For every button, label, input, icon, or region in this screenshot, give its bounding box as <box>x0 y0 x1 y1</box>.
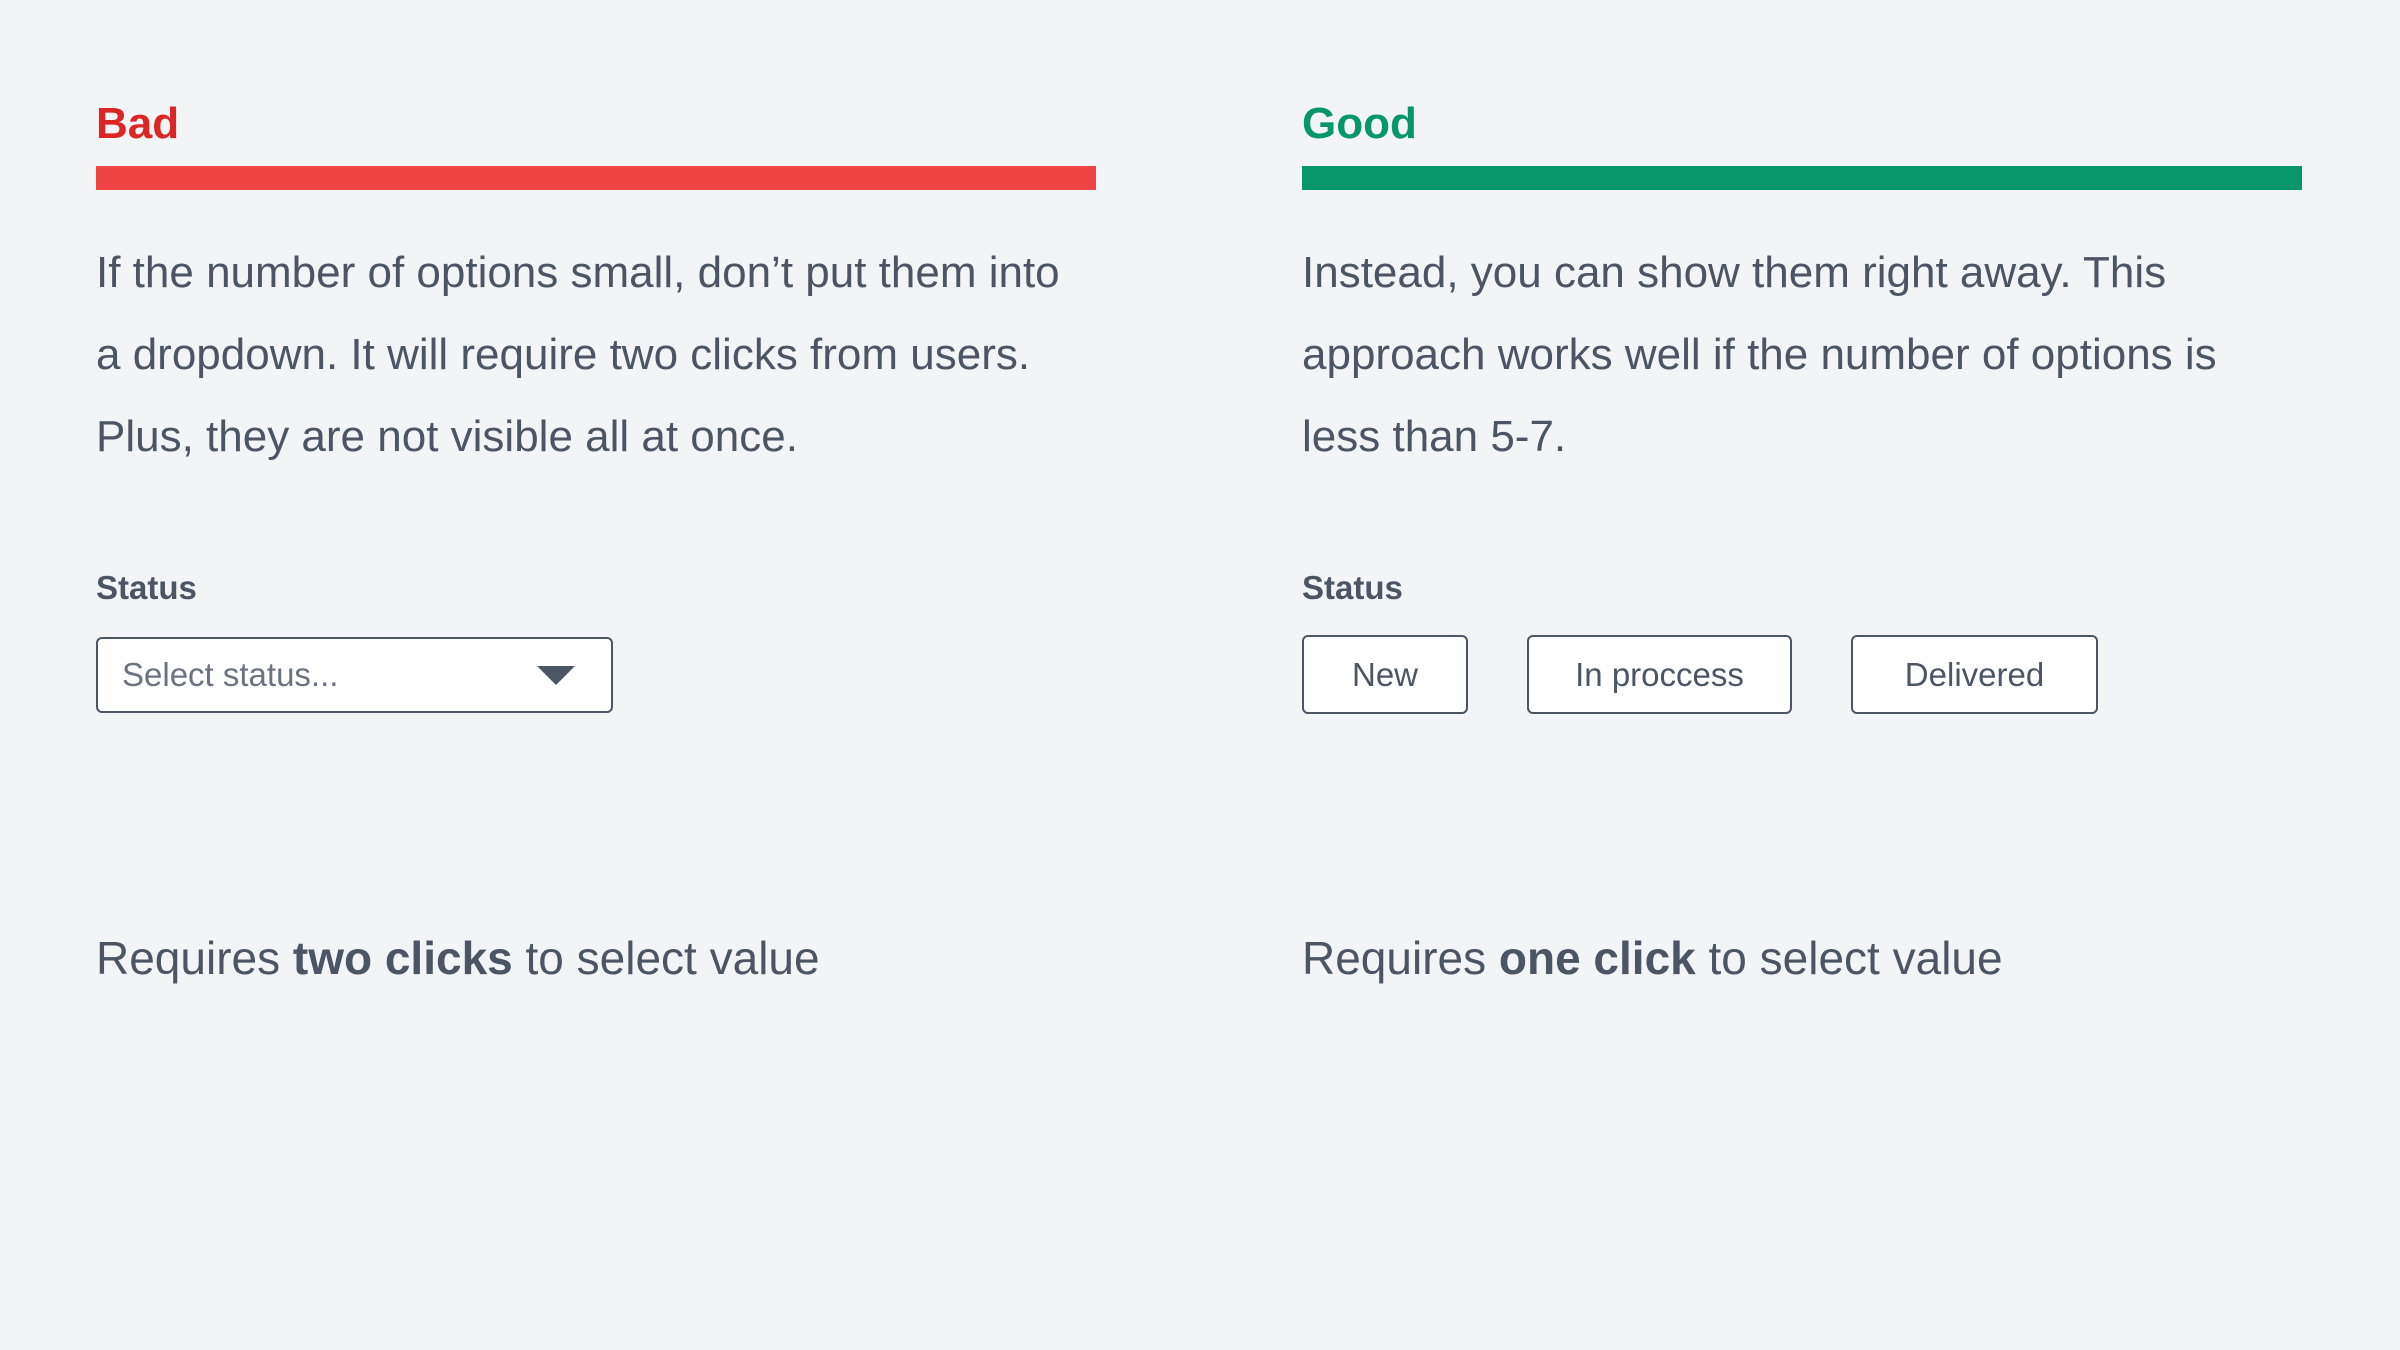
bad-summary-suffix: to select value <box>512 932 820 984</box>
good-summary-bold: one click <box>1498 932 1696 984</box>
good-status-label: Status <box>1302 569 1403 606</box>
bad-summary: Requires two clicks to select value <box>96 928 820 988</box>
status-select-dropdown[interactable]: Select status... <box>96 637 613 713</box>
good-description: Instead, you can show them right away. T… <box>1302 248 2217 461</box>
status-option-new-button[interactable]: New <box>1302 635 1468 714</box>
good-accent-bar <box>1302 166 2302 190</box>
good-summary: Requires one click to select value <box>1302 928 2003 988</box>
bad-summary-prefix: Requires <box>96 932 293 984</box>
status-option-delivered-button[interactable]: Delivered <box>1851 635 2098 714</box>
caret-down-icon <box>537 666 575 685</box>
status-select-placeholder: Select status... <box>122 656 339 693</box>
good-heading: Good <box>1302 99 1417 148</box>
good-summary-suffix: to select value <box>1695 932 2003 984</box>
bad-example-column: Bad If the number of options small, don’… <box>96 94 1096 984</box>
bad-accent-bar <box>96 166 1096 190</box>
good-summary-prefix: Requires <box>1302 932 1499 984</box>
bad-status-label: Status <box>96 569 197 606</box>
comparison-page: Bad If the number of options small, don’… <box>0 0 2400 1350</box>
status-option-in-process-button[interactable]: In proccess <box>1527 635 1792 714</box>
bad-heading: Bad <box>96 99 180 148</box>
good-example-column: Good Instead, you can show them right aw… <box>1302 94 2302 984</box>
bad-summary-bold: two clicks <box>292 932 513 984</box>
bad-description: If the number of options small, don’t pu… <box>96 248 1060 461</box>
